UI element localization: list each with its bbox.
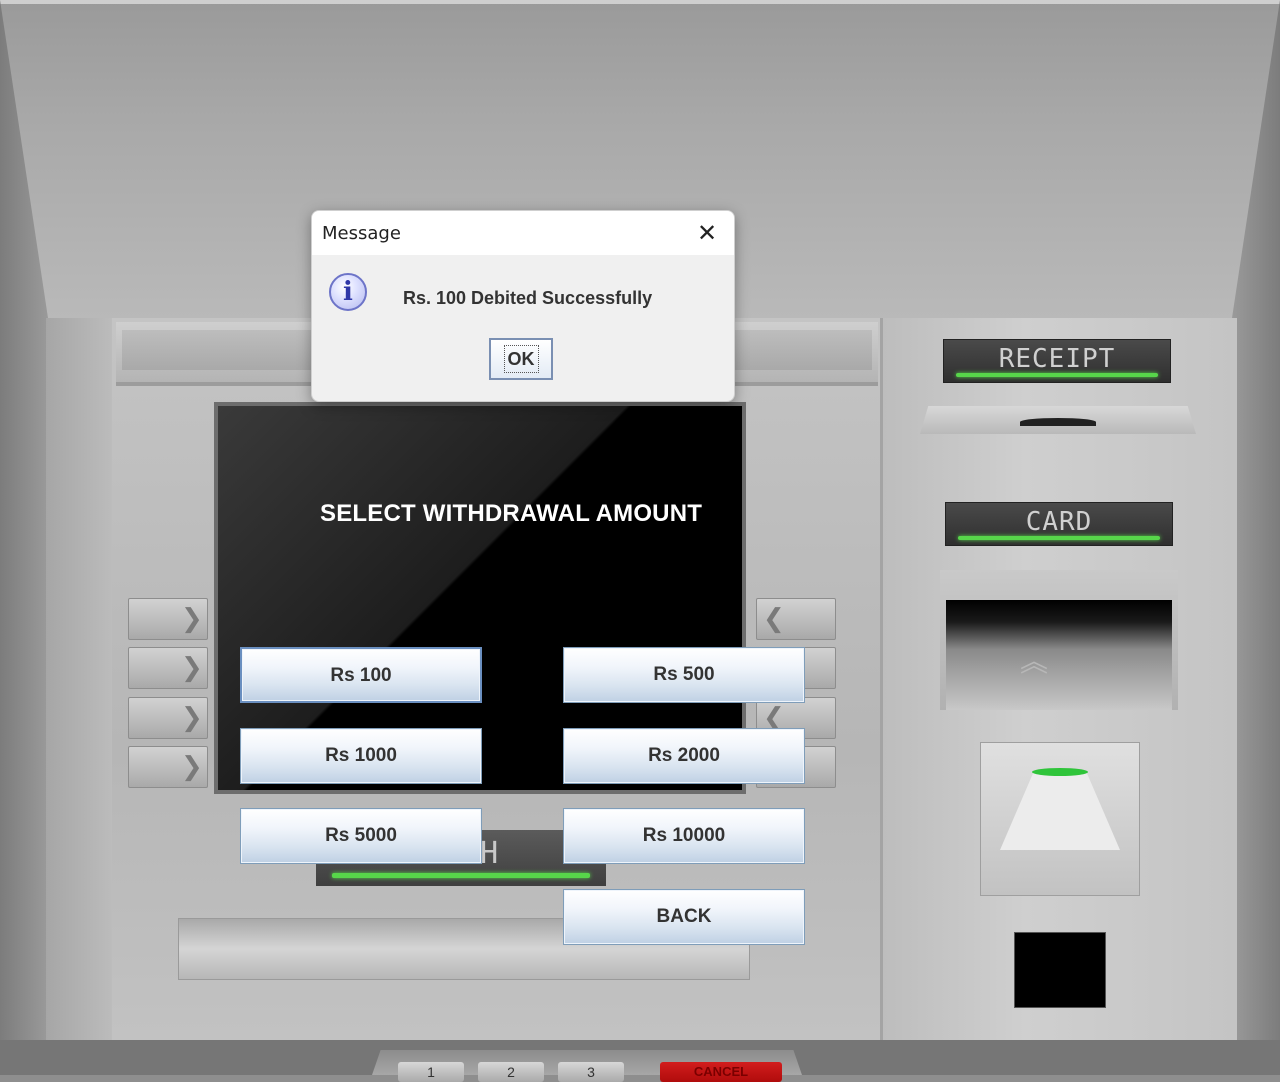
dialog-message: Rs. 100 Debited Successfully: [403, 288, 653, 308]
chevron-right-icon: ❯: [181, 703, 203, 733]
chevron-up-icon: ︽: [1020, 646, 1049, 677]
info-icon: i: [329, 273, 367, 311]
amount-button-1000[interactable]: Rs 1000: [240, 728, 482, 784]
receipt-label: RECEIPT: [998, 344, 1116, 374]
amount-button-100[interactable]: Rs 100: [240, 647, 482, 703]
side-key-left-3[interactable]: ❯: [128, 697, 208, 739]
close-icon[interactable]: ✕: [686, 217, 728, 249]
side-key-left-2[interactable]: ❯: [128, 647, 208, 689]
chevron-left-icon: ❮: [763, 604, 785, 634]
side-key-left-1[interactable]: ❯: [128, 598, 208, 640]
card-slot-opening: [946, 600, 1172, 710]
amount-button-5000[interactable]: Rs 5000: [240, 808, 482, 864]
ceiling-edge: [0, 0, 1280, 4]
keypad-cancel-key[interactable]: CANCEL: [660, 1062, 782, 1082]
side-key-right-1[interactable]: ❮: [756, 598, 836, 640]
chevron-right-icon: ❯: [181, 604, 203, 634]
card-label-panel: CARD: [945, 502, 1173, 546]
chevron-right-icon: ❯: [181, 653, 203, 683]
keypad-key-3[interactable]: 3: [558, 1062, 624, 1082]
amount-button-10000[interactable]: Rs 10000: [563, 808, 805, 864]
receipt-led-bar: [956, 373, 1158, 377]
amount-button-500[interactable]: Rs 500: [563, 647, 805, 703]
keypad-key-1[interactable]: 1: [398, 1062, 464, 1082]
card-label: CARD: [1025, 507, 1093, 537]
pin-led: [1032, 768, 1088, 776]
message-dialog: Message ✕ i Rs. 100 Debited Successfully…: [311, 210, 735, 402]
card-led-bar: [958, 536, 1160, 540]
receipt-slot-opening: [1020, 418, 1096, 426]
sensor-window: [1014, 932, 1106, 1008]
ok-button[interactable]: OK: [489, 338, 553, 380]
screen-title: SELECT WITHDRAWAL AMOUNT: [320, 500, 703, 527]
keypad-key-2[interactable]: 2: [478, 1062, 544, 1082]
chevron-right-icon: ❯: [181, 752, 203, 782]
amount-button-2000[interactable]: Rs 2000: [563, 728, 805, 784]
cash-led-bar: [332, 873, 590, 878]
ok-button-label: OK: [503, 345, 539, 373]
panel-left-trim: [46, 318, 116, 1040]
side-key-left-4[interactable]: ❯: [128, 746, 208, 788]
receipt-label-panel: RECEIPT: [943, 339, 1171, 383]
back-button[interactable]: BACK: [563, 889, 805, 945]
dialog-title: Message: [322, 223, 401, 244]
